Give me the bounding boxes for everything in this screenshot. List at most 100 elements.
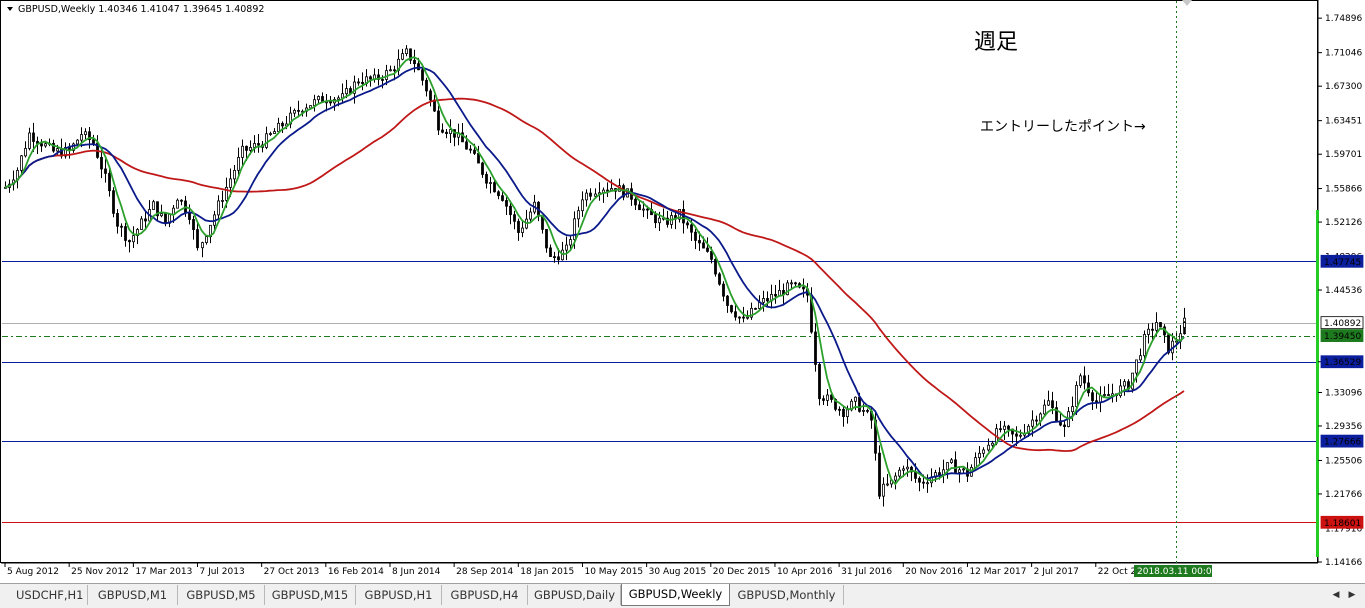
- tab-gbpusd-m5[interactable]: GBPUSD,M5: [178, 585, 265, 605]
- candle-body: [698, 240, 701, 244]
- candle-body: [1015, 433, 1018, 437]
- candle-body: [437, 110, 440, 131]
- candle-body: [978, 452, 981, 459]
- time-tick-label: 5 Aug 2012: [7, 567, 59, 577]
- tab-scroll-left-icon[interactable]: ◀: [1330, 588, 1342, 602]
- candle-body: [317, 96, 320, 101]
- candle-body: [1103, 394, 1106, 396]
- candle-body: [762, 298, 765, 303]
- candle-body: [790, 282, 793, 285]
- candle-body: [878, 452, 881, 497]
- candle-body: [493, 182, 496, 193]
- candle-body: [866, 409, 869, 412]
- candle-body: [1071, 406, 1074, 413]
- time-tick-label: 10 Apr 2016: [777, 567, 833, 577]
- candle-body: [124, 226, 127, 241]
- candle-body: [565, 244, 568, 251]
- candle-body: [1051, 400, 1054, 409]
- candle-body: [818, 364, 821, 400]
- symbol-info: GBPUSD,Weekly 1.40346 1.41047 1.39645 1.…: [18, 4, 264, 15]
- price-tag-label: 1.40892: [1324, 319, 1361, 329]
- candle-body: [822, 398, 825, 401]
- candle-body: [485, 174, 488, 184]
- candle-body: [722, 283, 725, 297]
- candle-body: [108, 172, 111, 192]
- candle-body: [425, 79, 428, 92]
- candle-body: [369, 76, 372, 80]
- candle-body: [594, 193, 597, 197]
- candle-body: [1107, 394, 1110, 396]
- candle-body: [249, 146, 252, 151]
- entry-point-annotation[interactable]: エントリーしたポイント→: [980, 119, 1146, 135]
- candle-body: [1135, 359, 1138, 374]
- price-tick-label: 1.33096: [1325, 388, 1362, 398]
- candle-body: [405, 48, 408, 55]
- candle-body: [269, 133, 272, 135]
- candle-body: [1151, 328, 1154, 331]
- tab-gbpusd-m15[interactable]: GBPUSD,M15: [265, 585, 356, 605]
- tab-gbpusd-daily[interactable]: GBPUSD,Daily: [528, 585, 621, 605]
- candle-body: [196, 229, 199, 249]
- candle-body: [273, 131, 276, 134]
- candle-body: [1035, 419, 1038, 422]
- chart-tabs-bar: USDCHF,H1 GBPUSD,M1 GBPUSD,M5 GBPUSD,M15 GBP…: [0, 583, 1365, 608]
- candle-body: [144, 218, 147, 222]
- candle-body: [1123, 381, 1126, 387]
- candle-body: [160, 213, 163, 217]
- candle-body: [80, 134, 83, 141]
- candle-body: [517, 220, 520, 233]
- tab-usdchf-h1[interactable]: USDCHF,H1: [10, 585, 88, 605]
- candle-body: [413, 59, 416, 65]
- candle-body: [802, 286, 805, 290]
- candle-body: [385, 70, 388, 80]
- price-tick-label: 1.44536: [1325, 286, 1362, 296]
- candle-body: [357, 81, 360, 84]
- candle-body: [152, 201, 155, 210]
- candle-body: [1019, 434, 1022, 437]
- time-tick-label: 16 Feb 2014: [328, 567, 384, 577]
- candle-body: [1063, 424, 1066, 428]
- candle-body: [28, 132, 31, 149]
- candle-body: [521, 227, 524, 233]
- candle-body: [140, 218, 143, 230]
- candle-body: [1143, 334, 1146, 357]
- time-tick-label: 30 Aug 2015: [649, 567, 707, 577]
- candle-body: [176, 199, 179, 209]
- time-axis: 5 Aug 2012 25 Nov 2012 17 Mar 2013 7 Jul 20…: [4, 563, 1142, 577]
- tab-gbpusd-h4[interactable]: GBPUSD,H4: [442, 585, 528, 605]
- candle-body: [573, 218, 576, 240]
- candle-body: [918, 477, 921, 483]
- tab-gbpusd-monthly[interactable]: GBPUSD,Monthly: [730, 585, 844, 605]
- price-tag-label: 1.47745: [1324, 258, 1361, 268]
- candle-body: [497, 191, 500, 197]
- candle-body: [1031, 419, 1034, 427]
- price-chart[interactable]: 1.74896 1.71046 1.67300 1.63451 1.59701 1.558…: [0, 0, 1365, 583]
- candle-body: [473, 149, 476, 154]
- chart-window[interactable]: 1.74896 1.71046 1.67300 1.63451 1.59701 1.558…: [0, 0, 1365, 583]
- candle-body: [128, 240, 131, 243]
- candle-body: [898, 469, 901, 477]
- price-tag-label: 1.39450: [1324, 332, 1361, 342]
- candle-body: [421, 69, 424, 81]
- candle-body: [738, 316, 741, 319]
- candle-body: [245, 145, 248, 151]
- time-tick-label: 20 Nov 2016: [905, 567, 963, 577]
- candle-body: [814, 331, 817, 365]
- candle-body: [192, 219, 195, 230]
- candle-body: [954, 459, 957, 473]
- candle-body: [217, 200, 220, 216]
- candle-body: [1147, 328, 1150, 335]
- candle-body: [642, 208, 645, 211]
- candle-body: [958, 469, 961, 473]
- tab-gbpusd-m1[interactable]: GBPUSD,M1: [88, 585, 178, 605]
- tab-scroll-right-icon[interactable]: ▶: [1346, 588, 1358, 602]
- candle-body: [345, 88, 348, 95]
- candle-body: [469, 148, 472, 151]
- candle-body: [1119, 385, 1122, 397]
- candle-body: [257, 143, 260, 146]
- weekly-title-annotation[interactable]: 週足: [974, 30, 1018, 55]
- tab-gbpusd-h1[interactable]: GBPUSD,H1: [356, 585, 442, 605]
- candle-body: [557, 256, 560, 261]
- tab-gbpusd-weekly[interactable]: GBPUSD,Weekly: [621, 584, 730, 606]
- candle-body: [56, 148, 59, 152]
